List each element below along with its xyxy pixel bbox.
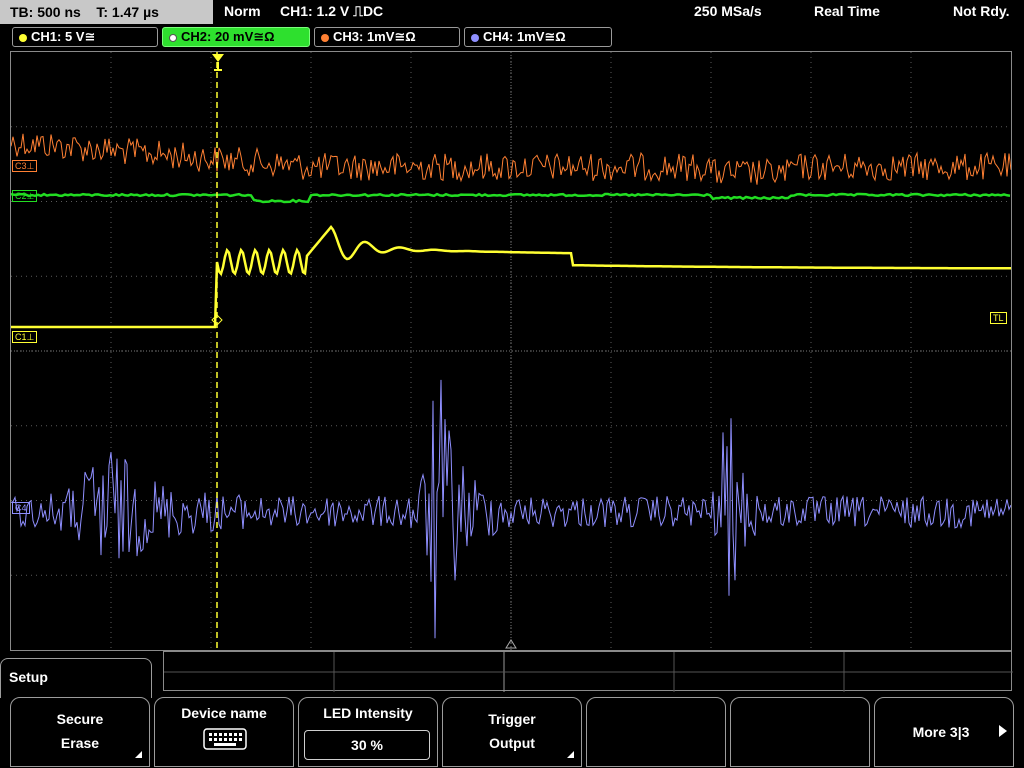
ch2-ground-marker[interactable]: C2⊥ xyxy=(12,190,38,202)
ch2-button[interactable]: CH2: 20 mV≅Ω xyxy=(162,27,310,47)
secure-erase-line1: Secure xyxy=(56,711,104,727)
zoom-strip xyxy=(163,651,1013,692)
scope-svg xyxy=(11,52,1011,650)
secure-erase-line2: Erase xyxy=(60,735,100,751)
trigger-position-marker[interactable] xyxy=(212,54,224,71)
sample-rate: 250 MSa/s xyxy=(694,3,762,19)
trigger-level-marker[interactable]: TL xyxy=(990,312,1007,324)
ch4-dot-icon xyxy=(471,33,479,42)
ch3-dot-icon xyxy=(321,33,329,42)
trigger-output-line1: Trigger xyxy=(488,711,536,727)
secure-erase-button[interactable]: Secure Erase xyxy=(10,697,150,767)
timebase-box[interactable]: TB: 500 ns T: 1.47 µs xyxy=(0,0,213,24)
ch3-label: CH3: 1mV≅Ω xyxy=(333,29,416,44)
trigger-setting[interactable]: CH1: 1.2 V ⎍DC xyxy=(280,0,383,22)
ch3-button[interactable]: CH3: 1mV≅Ω xyxy=(314,27,460,47)
submenu-corner-icon xyxy=(135,751,142,758)
ch1-ground-marker[interactable]: C1⊥ xyxy=(12,331,38,343)
ch4-ground-marker[interactable]: C4 xyxy=(12,502,30,514)
led-intensity-value[interactable]: 30 % xyxy=(304,730,430,760)
ch2-label: CH2: 20 mV≅Ω xyxy=(181,29,275,44)
ch1-dot-icon xyxy=(19,33,27,42)
waveform-display[interactable] xyxy=(10,51,1012,651)
status-bar: Norm CH1: 1.2 V ⎍DC 250 MSa/s Real Time … xyxy=(216,0,1024,22)
menu-title: Setup xyxy=(9,669,48,685)
ch2-dot-icon xyxy=(169,33,177,42)
led-intensity-label: LED Intensity xyxy=(323,705,413,721)
ch3-ground-marker[interactable]: C3⊥ xyxy=(12,160,38,172)
ch4-label: CH4: 1mV≅Ω xyxy=(483,29,566,44)
ready-status: Not Rdy. xyxy=(953,3,1010,19)
ch1-button[interactable]: CH1: 5 V≅ xyxy=(12,27,158,47)
menu-title-tab: Setup xyxy=(0,658,152,698)
timebase-value: TB: 500 ns xyxy=(10,4,81,20)
trigger-mode[interactable]: Norm xyxy=(224,0,261,22)
more-button[interactable]: More 3|3 xyxy=(874,697,1014,767)
trigger-output-button[interactable]: Trigger Output xyxy=(442,697,582,767)
trigger-time-value: T: 1.47 µs xyxy=(96,4,159,20)
trigger-output-line2: Output xyxy=(489,735,535,751)
keyboard-icon xyxy=(203,728,247,750)
empty-softkey-5[interactable] xyxy=(586,697,726,767)
ch4-button[interactable]: CH4: 1mV≅Ω xyxy=(464,27,612,47)
device-name-button[interactable]: Device name xyxy=(154,697,294,767)
led-intensity-button[interactable]: LED Intensity 30 % xyxy=(298,697,438,767)
more-label: More 3|3 xyxy=(912,724,970,740)
next-page-arrow-icon xyxy=(999,725,1007,737)
submenu-corner-icon xyxy=(567,751,574,758)
device-name-label: Device name xyxy=(181,705,267,721)
ch1-label: CH1: 5 V≅ xyxy=(31,29,96,44)
acquisition-mode: Real Time xyxy=(814,3,880,19)
empty-softkey-6[interactable] xyxy=(730,697,870,767)
